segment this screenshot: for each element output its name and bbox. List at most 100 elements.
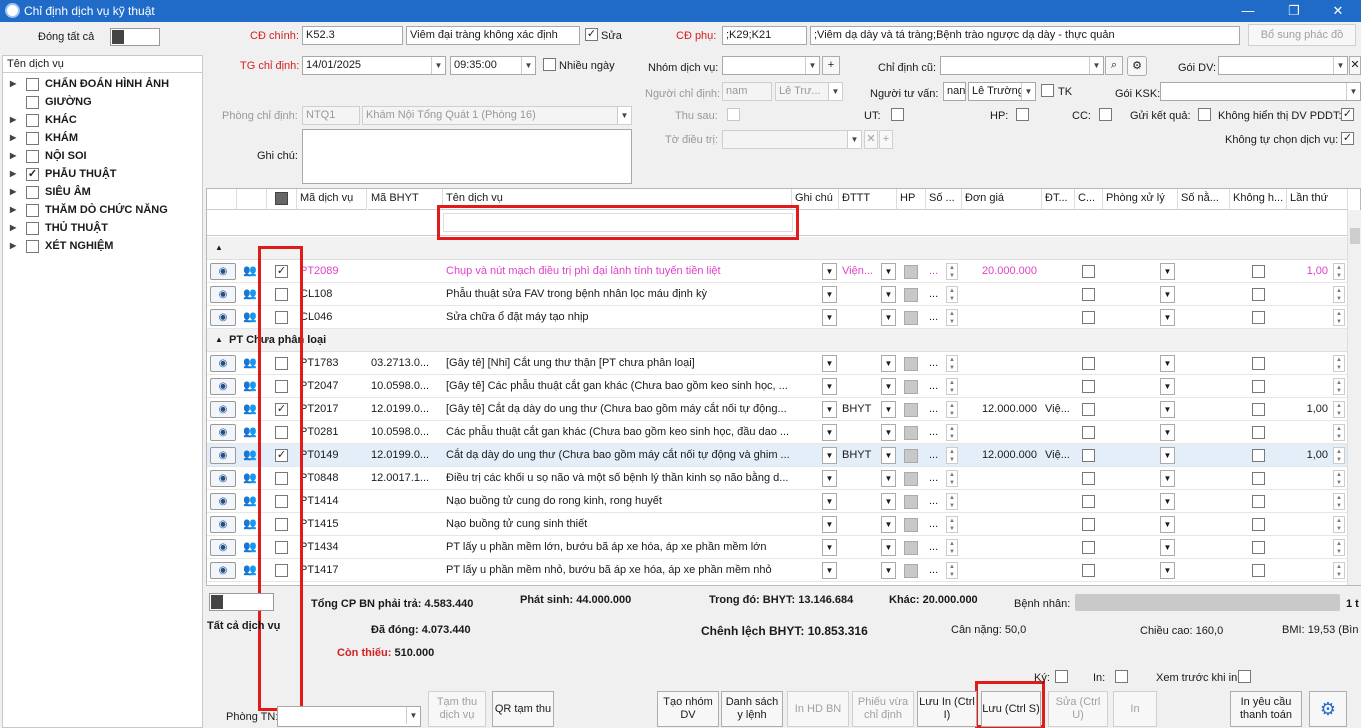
quantity-spinner-icon[interactable]: ▲ ▼ bbox=[946, 470, 958, 487]
phong-xu-ly-dropdown-icon[interactable]: ▼ bbox=[1160, 309, 1175, 326]
ghi-chu-dropdown-icon[interactable]: ▼ bbox=[822, 355, 837, 372]
phong-xu-ly-dropdown-icon[interactable]: ▼ bbox=[1160, 378, 1175, 395]
expand-arrow-icon[interactable]: ▶ bbox=[10, 151, 16, 160]
to-dieu-tri-clear-button[interactable]: ✕ bbox=[864, 130, 878, 149]
phong-xu-ly-dropdown-icon[interactable]: ▼ bbox=[1160, 286, 1175, 303]
chevron-down-icon[interactable]: ▼ bbox=[805, 57, 819, 74]
table-row[interactable]: ◉ 👥 PT1415 Nạo buồng tử cung sinh thiết ▼ ▼..… bbox=[207, 513, 1348, 536]
view-eye-icon[interactable]: ◉ bbox=[210, 309, 236, 326]
c-checkbox[interactable] bbox=[1082, 495, 1095, 508]
tg-time-input[interactable]: 09:35:00 ▼ bbox=[450, 56, 536, 75]
in-button[interactable]: In bbox=[1113, 691, 1157, 727]
c-checkbox[interactable] bbox=[1082, 380, 1095, 393]
c-checkbox[interactable] bbox=[1082, 265, 1095, 278]
table-row[interactable]: ◉ 👥 CL108 Phẫu thuật sửa FAV trong bệnh nhâ… bbox=[207, 283, 1348, 306]
nguoi-chi-dinh-name-select[interactable]: Lê Trư... ▼ bbox=[775, 82, 843, 101]
group-row[interactable]: ▲ bbox=[207, 237, 1348, 260]
chevron-down-icon[interactable]: ▼ bbox=[1089, 57, 1103, 74]
dttt-dropdown-icon[interactable]: ▼ bbox=[881, 355, 896, 372]
people-icon[interactable]: 👥 bbox=[243, 425, 257, 438]
khong-h-checkbox[interactable] bbox=[1252, 449, 1265, 462]
lan-thu-spinner-icon[interactable]: ▲ ▼ bbox=[1333, 309, 1345, 326]
row-checkbox[interactable] bbox=[275, 495, 288, 508]
lan-thu-spinner-icon[interactable]: ▲ ▼ bbox=[1333, 355, 1345, 372]
row-checkbox[interactable] bbox=[275, 426, 288, 439]
c-checkbox[interactable] bbox=[1082, 564, 1095, 577]
ghi-chu-dropdown-icon[interactable]: ▼ bbox=[822, 401, 837, 418]
dttt-dropdown-icon[interactable]: ▼ bbox=[881, 516, 896, 533]
bo-sung-phac-do-button[interactable]: Bổ sung phác đồ bbox=[1248, 24, 1356, 46]
table-row[interactable]: ◉ 👥 PT1417 PT lấy u phần mềm nhỏ, bướu bã á… bbox=[207, 559, 1348, 582]
c-checkbox[interactable] bbox=[1082, 449, 1095, 462]
tree-item-checkbox[interactable] bbox=[26, 240, 39, 253]
search-button[interactable]: ⌕ bbox=[1105, 56, 1123, 75]
chevron-down-icon[interactable]: ▼ bbox=[1021, 83, 1035, 100]
row-checkbox[interactable] bbox=[275, 288, 288, 301]
column-header[interactable]: Phòng xử lý bbox=[1103, 189, 1178, 210]
hp-square[interactable] bbox=[904, 311, 918, 325]
tree-item[interactable]: ▶ KHÁC bbox=[3, 112, 202, 130]
people-icon[interactable]: 👥 bbox=[243, 356, 257, 369]
thu-sau-checkbox[interactable] bbox=[727, 108, 740, 121]
ky-checkbox[interactable] bbox=[1055, 670, 1068, 683]
khong-h-checkbox[interactable] bbox=[1252, 403, 1265, 416]
collapse-arrow-icon[interactable]: ▲ bbox=[215, 243, 223, 252]
people-icon[interactable]: 👥 bbox=[243, 379, 257, 392]
c-checkbox[interactable] bbox=[1082, 403, 1095, 416]
people-icon[interactable]: 👥 bbox=[243, 494, 257, 507]
row-checkbox[interactable]: ✓ bbox=[275, 265, 288, 278]
table-row[interactable]: ◉ 👥 CL046 Sửa chữa ổ đặt máy tạo nhịp ▼ ▼... ▲… bbox=[207, 306, 1348, 329]
row-checkbox[interactable] bbox=[275, 380, 288, 393]
view-eye-icon[interactable]: ◉ bbox=[210, 424, 236, 441]
tree-item[interactable]: ▶ THỦ THUẬT bbox=[3, 220, 202, 238]
column-header[interactable]: Tên dịch vụ bbox=[443, 189, 792, 210]
tree-item-checkbox[interactable] bbox=[26, 204, 39, 217]
view-eye-icon[interactable]: ◉ bbox=[210, 470, 236, 487]
ghi-chu-dropdown-icon[interactable]: ▼ bbox=[822, 470, 837, 487]
expand-arrow-icon[interactable]: ▶ bbox=[10, 79, 16, 88]
nguoi-chi-dinh-code-input[interactable]: nam bbox=[722, 82, 772, 101]
view-eye-icon[interactable]: ◉ bbox=[210, 516, 236, 533]
tg-date-input[interactable]: 14/01/2025 ▼ bbox=[302, 56, 446, 75]
column-header[interactable]: Số ... bbox=[926, 189, 962, 210]
chevron-down-icon[interactable]: ▼ bbox=[406, 707, 420, 724]
dttt-dropdown-icon[interactable]: ▼ bbox=[881, 286, 896, 303]
nhom-dv-select[interactable]: ▼ bbox=[722, 56, 820, 75]
ghi-chu-dropdown-icon[interactable]: ▼ bbox=[822, 516, 837, 533]
select-all-checkbox[interactable] bbox=[275, 192, 288, 205]
luu-button[interactable]: Lưu (Ctrl S) bbox=[981, 691, 1041, 727]
all-services-toggle[interactable] bbox=[209, 593, 274, 611]
tree-item-checkbox[interactable] bbox=[26, 114, 39, 127]
khong-h-checkbox[interactable] bbox=[1252, 564, 1265, 577]
in-hd-bn-button[interactable]: In HD BN bbox=[787, 691, 849, 727]
tree-item-checkbox[interactable] bbox=[26, 132, 39, 145]
goi-dv-select[interactable]: ▼ bbox=[1218, 56, 1348, 75]
table-row[interactable]: ◉ 👥 ✓ PT2089 Chụp và nút mạch điều trị phì đ… bbox=[207, 260, 1348, 283]
lan-thu-spinner-icon[interactable]: ▲ ▼ bbox=[1333, 516, 1345, 533]
khong-h-checkbox[interactable] bbox=[1252, 311, 1265, 324]
column-header[interactable]: Đơn giá bbox=[962, 189, 1042, 210]
cd-chinh-name-input[interactable]: Viêm đại tràng không xác định bbox=[406, 26, 580, 45]
lan-thu-spinner-icon[interactable]: ▲ ▼ bbox=[1333, 539, 1345, 556]
ghi-chu-dropdown-icon[interactable]: ▼ bbox=[822, 309, 837, 326]
cc-checkbox[interactable] bbox=[1099, 108, 1112, 121]
ut-checkbox[interactable] bbox=[891, 108, 904, 121]
dttt-dropdown-icon[interactable]: ▼ bbox=[881, 447, 896, 464]
quantity-spinner-icon[interactable]: ▲ ▼ bbox=[946, 493, 958, 510]
tree-item[interactable]: ▶ SIÊU ÂM bbox=[3, 184, 202, 202]
hp-square[interactable] bbox=[904, 541, 918, 555]
row-checkbox[interactable] bbox=[275, 564, 288, 577]
ghi-chu-dropdown-icon[interactable]: ▼ bbox=[822, 447, 837, 464]
hp-square[interactable] bbox=[904, 265, 918, 279]
tree-item-checkbox[interactable] bbox=[26, 186, 39, 199]
service-name-filter-input[interactable] bbox=[443, 213, 793, 232]
c-checkbox[interactable] bbox=[1082, 357, 1095, 370]
row-checkbox[interactable] bbox=[275, 541, 288, 554]
column-header[interactable]: C... bbox=[1075, 189, 1103, 210]
phong-tn-select[interactable]: ▼ bbox=[277, 706, 421, 727]
tk-checkbox[interactable] bbox=[1041, 84, 1054, 97]
table-row[interactable]: ◉ 👥 PT2047 10.0598.0... [Gây tê] Các phẫu th… bbox=[207, 375, 1348, 398]
quantity-spinner-icon[interactable]: ▲ ▼ bbox=[946, 447, 958, 464]
quantity-spinner-icon[interactable]: ▲ ▼ bbox=[946, 539, 958, 556]
people-icon[interactable]: 👥 bbox=[243, 264, 257, 277]
